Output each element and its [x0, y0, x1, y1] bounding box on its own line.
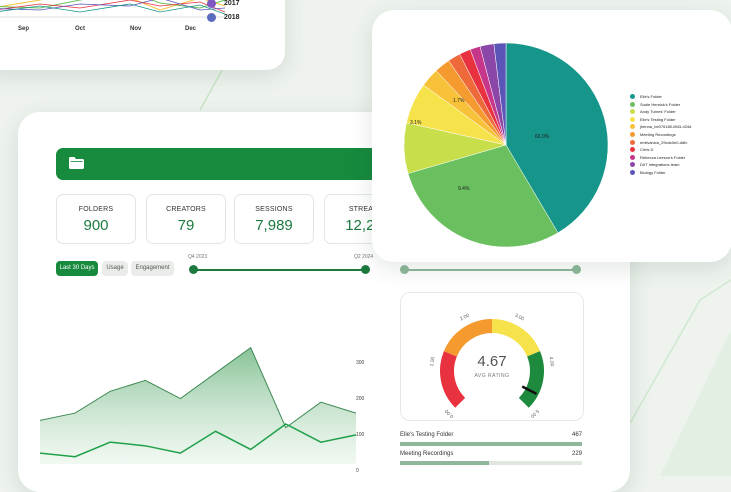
- stat-value: 900: [83, 217, 109, 234]
- tab-last-30-days[interactable]: Last 30 Days: [56, 261, 98, 276]
- pie-legend-item[interactable]: Elle's Testing Folder: [630, 116, 676, 122]
- stat-label: FOLDERS: [78, 206, 114, 213]
- pie-legend-item[interactable]: Rebecca Leeson's Folder: [630, 154, 686, 160]
- pie-legend-item[interactable]: Andy Turnes' Folder: [630, 109, 676, 115]
- gauge-tick-label: 2.00: [459, 313, 471, 323]
- pie-legend-item[interactable]: emilvanica_29cdc0e0-ddfc: [630, 139, 688, 145]
- pie-legend-item[interactable]: Chris D: [630, 147, 654, 153]
- header-banner: [56, 148, 386, 180]
- legend-label: Meeting Recordings: [640, 132, 676, 137]
- legend-label: Biology Folder: [640, 170, 666, 175]
- gauge-tick-label: 5.00: [529, 408, 540, 419]
- x-tick-nov: Nov: [130, 26, 142, 32]
- stat-label: CREATORS: [166, 206, 206, 213]
- pie-slice-label: 3.1%: [410, 120, 422, 126]
- folder-distribution-card: 66.0% 9.4% 3.1% 1.7% Elle's Folder Sudie …: [372, 10, 731, 262]
- legend-dot: [630, 109, 635, 115]
- ranking-value: 229: [571, 451, 582, 457]
- legend-label: Chris D: [640, 147, 654, 153]
- legend-dot: [630, 101, 635, 107]
- pie-slice-label: 66.0%: [535, 134, 550, 140]
- gauge-band: [443, 319, 493, 357]
- gauge-tick-label: 0.00: [444, 408, 455, 419]
- pie-legend-item[interactable]: Sudie Henrick's Folder: [630, 101, 681, 107]
- range-start-handle-2[interactable]: [400, 265, 409, 274]
- pie-slice-label: 9.4%: [458, 186, 470, 192]
- x-tick-oct: Oct: [75, 26, 86, 32]
- legend-label: Elle's Folder: [640, 94, 662, 99]
- legend-label: Elle's Testing Folder: [640, 116, 676, 122]
- rating-gauge-card: 0.00 1.00 2.00 3.00 4.00 5.00 4.67 AVG RATING: [400, 292, 584, 421]
- legend-dot: [630, 94, 635, 99]
- legend-dot: [207, 13, 216, 22]
- legend-label: DIIT Integrations team: [640, 162, 680, 168]
- gauge-tick-label: 3.00: [514, 313, 526, 323]
- legend-item-2017: 2017: [207, 0, 240, 8]
- legend-item-2018: 2018: [207, 13, 240, 22]
- range-end-handle-2[interactable]: [572, 265, 581, 274]
- ranking-bar: [400, 461, 490, 465]
- pie-legend-item[interactable]: Elle's Folder: [630, 94, 662, 99]
- legend-dot: [630, 162, 635, 168]
- ranking-name: Meeting Recordings: [400, 451, 454, 457]
- pie-legend-item[interactable]: Meeting Recordings: [630, 132, 676, 137]
- activity-area-chart: [40, 346, 357, 464]
- range-slider-track[interactable]: [194, 269, 366, 271]
- legend-label: 2018: [224, 14, 240, 21]
- ranking-name: Elle's Testing Folder: [400, 432, 454, 438]
- stat-creators: CREATORS 79: [146, 194, 226, 244]
- range-start-label: Q4 2023: [188, 254, 208, 260]
- stat-value: 7,989: [255, 217, 293, 234]
- stat-label: SESSIONS: [255, 206, 293, 213]
- pie-slice-label: 1.7%: [453, 98, 465, 104]
- legend-dot: [630, 154, 635, 160]
- range-slider-track-2[interactable]: [405, 269, 577, 271]
- yearly-trend-card: Sep Oct Nov Dec 2017 2018: [0, 0, 285, 70]
- gauge-label: AVG RATING: [474, 373, 510, 379]
- range-start-handle[interactable]: [189, 265, 198, 274]
- range-end-handle[interactable]: [361, 265, 370, 274]
- tab-engagement[interactable]: Engagement: [131, 261, 174, 276]
- yearly-trend-chart: [0, 0, 226, 18]
- legend-label: Rebecca Leeson's Folder: [640, 154, 686, 160]
- legend-dot: [207, 0, 216, 8]
- legend-dot: [630, 132, 635, 137]
- legend-dot: [630, 124, 635, 130]
- legend-dot: [630, 147, 635, 153]
- range-end-label: Q2 2024: [354, 254, 374, 260]
- folder-icon: [69, 157, 84, 169]
- pie-legend-item[interactable]: DIIT Integrations team: [630, 162, 680, 168]
- legend-label: jhenna_be076180-f843-424d: [640, 124, 692, 130]
- legend-label: emilvanica_29cdc0e0-ddfc: [640, 139, 688, 145]
- ranking-value: 467: [571, 432, 582, 438]
- y-tick: 300: [356, 360, 365, 366]
- tab-usage[interactable]: Usage: [102, 261, 128, 276]
- x-tick-sep: Sep: [18, 26, 30, 32]
- legend-label: Andy Turnes' Folder: [640, 109, 676, 115]
- gauge-value: 4.67: [477, 353, 507, 370]
- stat-value: 79: [177, 217, 195, 234]
- pie-legend-item[interactable]: Biology Folder: [630, 170, 666, 175]
- gauge-band: [491, 319, 541, 357]
- legend-dot: [630, 170, 635, 175]
- pie-legend-item[interactable]: jhenna_be076180-f843-424d: [630, 124, 692, 130]
- stat-folders: FOLDERS 900: [56, 194, 136, 244]
- y-tick: 200: [356, 396, 365, 402]
- legend-label: 2017: [224, 0, 240, 7]
- stat-sessions: SESSIONS 7,989: [234, 194, 314, 244]
- x-tick-dec: Dec: [185, 26, 197, 32]
- folder-pie-chart: [403, 42, 609, 248]
- legend-dot: [630, 139, 635, 145]
- y-tick: 0: [356, 468, 359, 474]
- ranking-bar: [400, 442, 582, 446]
- y-tick: 100: [356, 432, 365, 438]
- legend-label: Sudie Henrick's Folder: [640, 101, 681, 107]
- legend-dot: [630, 116, 635, 122]
